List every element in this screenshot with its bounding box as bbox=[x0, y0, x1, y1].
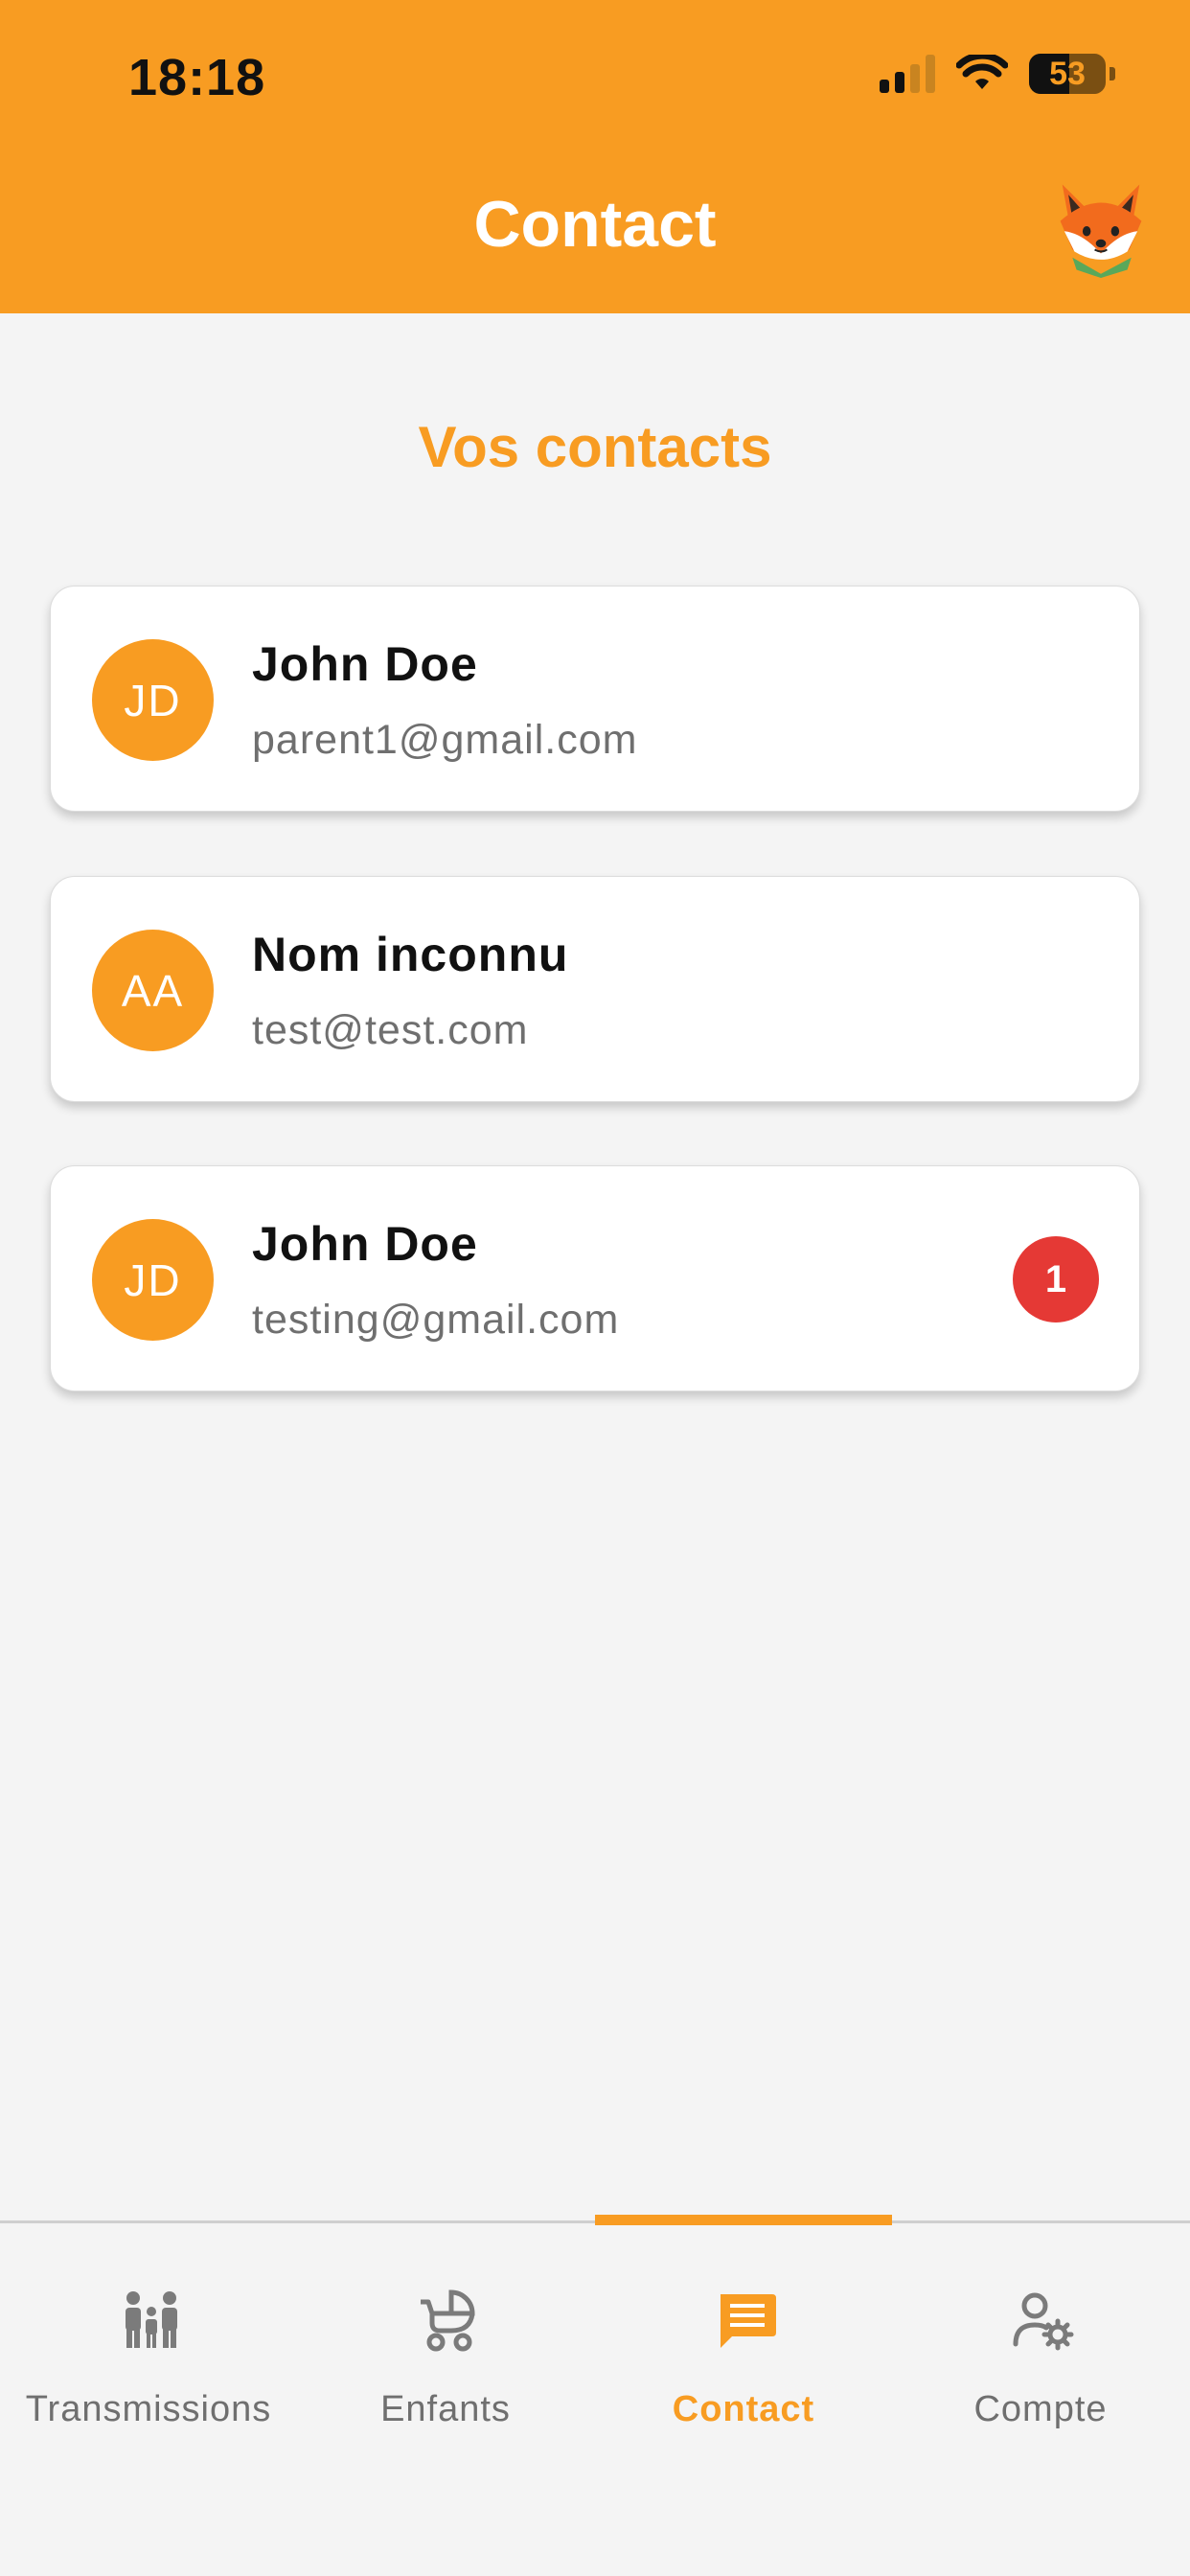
fox-mascot-icon[interactable] bbox=[1050, 176, 1152, 278]
tab-label: Enfants bbox=[380, 2389, 511, 2429]
cellular-signal-icon bbox=[880, 55, 935, 93]
wifi-icon bbox=[956, 55, 1008, 89]
status-icons: 53 bbox=[880, 54, 1115, 94]
contact-email: testing@gmail.com bbox=[252, 1297, 620, 1343]
tab-compte[interactable]: Compte bbox=[892, 2223, 1189, 2463]
section-title: Vos contacts bbox=[418, 415, 772, 479]
contact-card[interactable]: AA Nom inconnu test@test.com bbox=[50, 876, 1140, 1102]
tab-label: Compte bbox=[973, 2389, 1108, 2429]
chat-icon bbox=[721, 2294, 776, 2348]
contact-name: John Doe bbox=[252, 1217, 478, 1271]
contact-card[interactable]: JD John Doe testing@gmail.com 1 bbox=[50, 1165, 1140, 1392]
contact-email: test@test.com bbox=[252, 1007, 529, 1053]
tab-label: Transmissions bbox=[25, 2389, 272, 2429]
avatar: JD bbox=[92, 639, 214, 761]
contact-name: John Doe bbox=[252, 637, 478, 691]
tab-label: Contact bbox=[672, 2389, 815, 2429]
tab-transmissions[interactable]: Transmissions bbox=[0, 2223, 297, 2463]
battery-level: 53 bbox=[1049, 55, 1086, 92]
unread-badge: 1 bbox=[1013, 1236, 1099, 1322]
avatar: JD bbox=[92, 1219, 214, 1341]
avatar: AA bbox=[92, 930, 214, 1051]
tab-contact[interactable]: Contact bbox=[595, 2223, 892, 2463]
stroller-icon bbox=[421, 2289, 475, 2352]
page-title: Contact bbox=[473, 188, 717, 261]
app-header: 18:18 53 Contact bbox=[0, 0, 1190, 313]
tab-enfants[interactable]: Enfants bbox=[297, 2223, 594, 2463]
family-icon bbox=[126, 2291, 177, 2348]
status-time: 18:18 bbox=[128, 49, 266, 106]
contact-card[interactable]: JD John Doe parent1@gmail.com bbox=[50, 586, 1140, 812]
bottom-tab-bar: Transmissions Enfants Contact Compte bbox=[0, 2215, 1190, 2576]
contact-name: Nom inconnu bbox=[252, 928, 569, 981]
battery-icon: 53 bbox=[1029, 54, 1106, 94]
contact-email: parent1@gmail.com bbox=[252, 717, 638, 763]
account-settings-icon bbox=[1013, 2292, 1074, 2351]
